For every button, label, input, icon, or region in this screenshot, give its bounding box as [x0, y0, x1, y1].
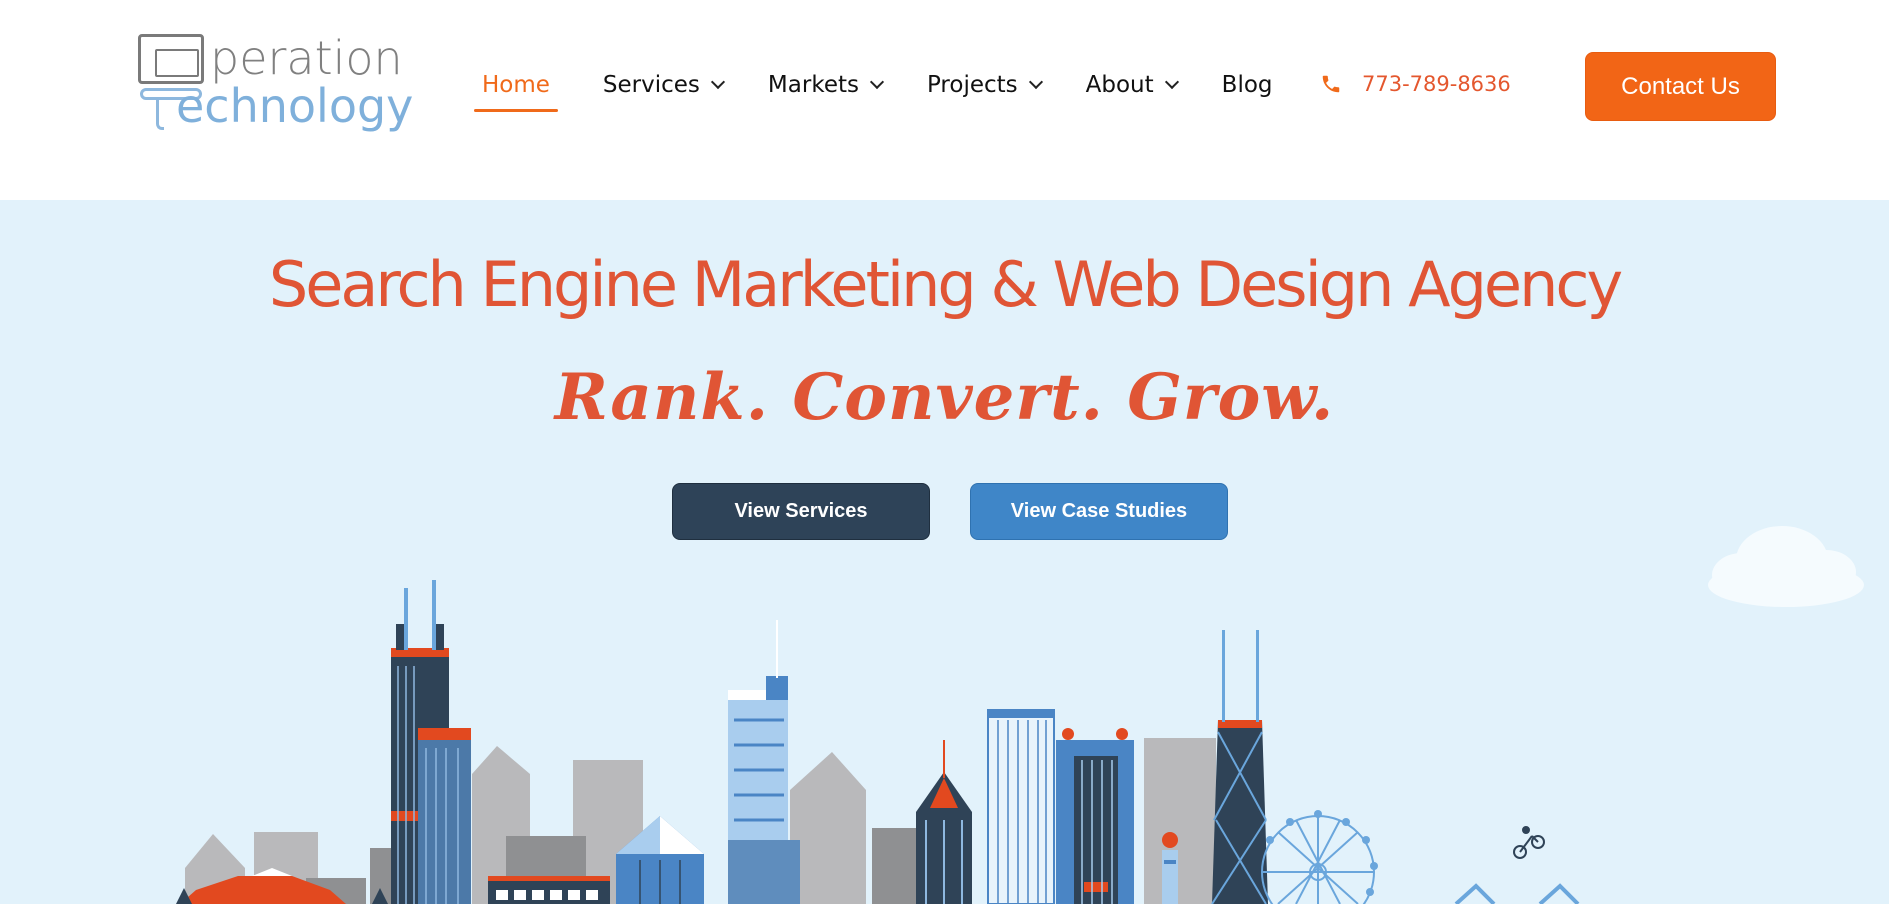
nav-label-home: Home	[482, 72, 550, 98]
chevron-down-icon	[869, 74, 885, 90]
bridge-arches	[1454, 883, 1580, 904]
nav-item-blog[interactable]: Blog	[1222, 68, 1273, 102]
main-nav: Home Services Markets Projects About Blo…	[474, 68, 1318, 112]
hero-title: Search Engine Marketing & Web Design Age…	[268, 248, 1623, 321]
nav-item-home[interactable]: Home	[474, 68, 558, 112]
nav-label-services: Services	[602, 72, 700, 98]
view-case-studies-button[interactable]: View Case Studies	[970, 483, 1228, 540]
nav-item-about[interactable]: About	[1085, 68, 1179, 102]
phone-icon	[1322, 75, 1340, 93]
logo-text-line2: echnology	[176, 79, 414, 133]
low-building	[488, 876, 610, 904]
nav-label-projects: Projects	[926, 72, 1018, 98]
view-services-button[interactable]: View Services	[672, 483, 930, 540]
logo-t-stem	[156, 100, 164, 130]
nav-label-markets: Markets	[767, 72, 859, 98]
nav-label-blog: Blog	[1221, 72, 1273, 98]
nav-item-services[interactable]: Services	[602, 68, 725, 102]
lined-tower	[987, 709, 1055, 904]
striped-tower	[728, 620, 800, 904]
hero-section: Search Engine Marketing & Web Design Age…	[0, 200, 1889, 904]
hero-tagline: Rank. Convert. Grow.	[554, 360, 1335, 435]
ornate-tower	[1056, 728, 1134, 904]
cloud-icon	[1708, 526, 1864, 607]
chevron-down-icon	[1028, 74, 1043, 90]
site-header: peration echnology Home Services Markets…	[0, 0, 1889, 200]
phone-number: 773-789-8636	[1362, 72, 1511, 96]
willis-tower	[391, 580, 471, 904]
site-logo[interactable]: peration echnology	[134, 30, 413, 136]
cyclist-icon	[1513, 826, 1545, 859]
nav-label-about: About	[1085, 72, 1154, 98]
contact-us-button[interactable]: Contact Us	[1585, 52, 1776, 121]
logo-text-line1: peration	[210, 31, 403, 85]
ferris-wheel	[1261, 815, 1375, 904]
nav-item-markets[interactable]: Markets	[767, 68, 885, 102]
chevron-down-icon	[710, 74, 725, 90]
chevron-down-icon	[1164, 74, 1179, 90]
lighthouse	[1162, 832, 1178, 904]
monitor-icon	[138, 34, 204, 84]
phone-link[interactable]: 773-789-8636	[1320, 72, 1511, 96]
hancock-tower	[1211, 630, 1268, 904]
peaked-tower	[916, 740, 972, 904]
nav-item-projects[interactable]: Projects	[926, 68, 1043, 102]
